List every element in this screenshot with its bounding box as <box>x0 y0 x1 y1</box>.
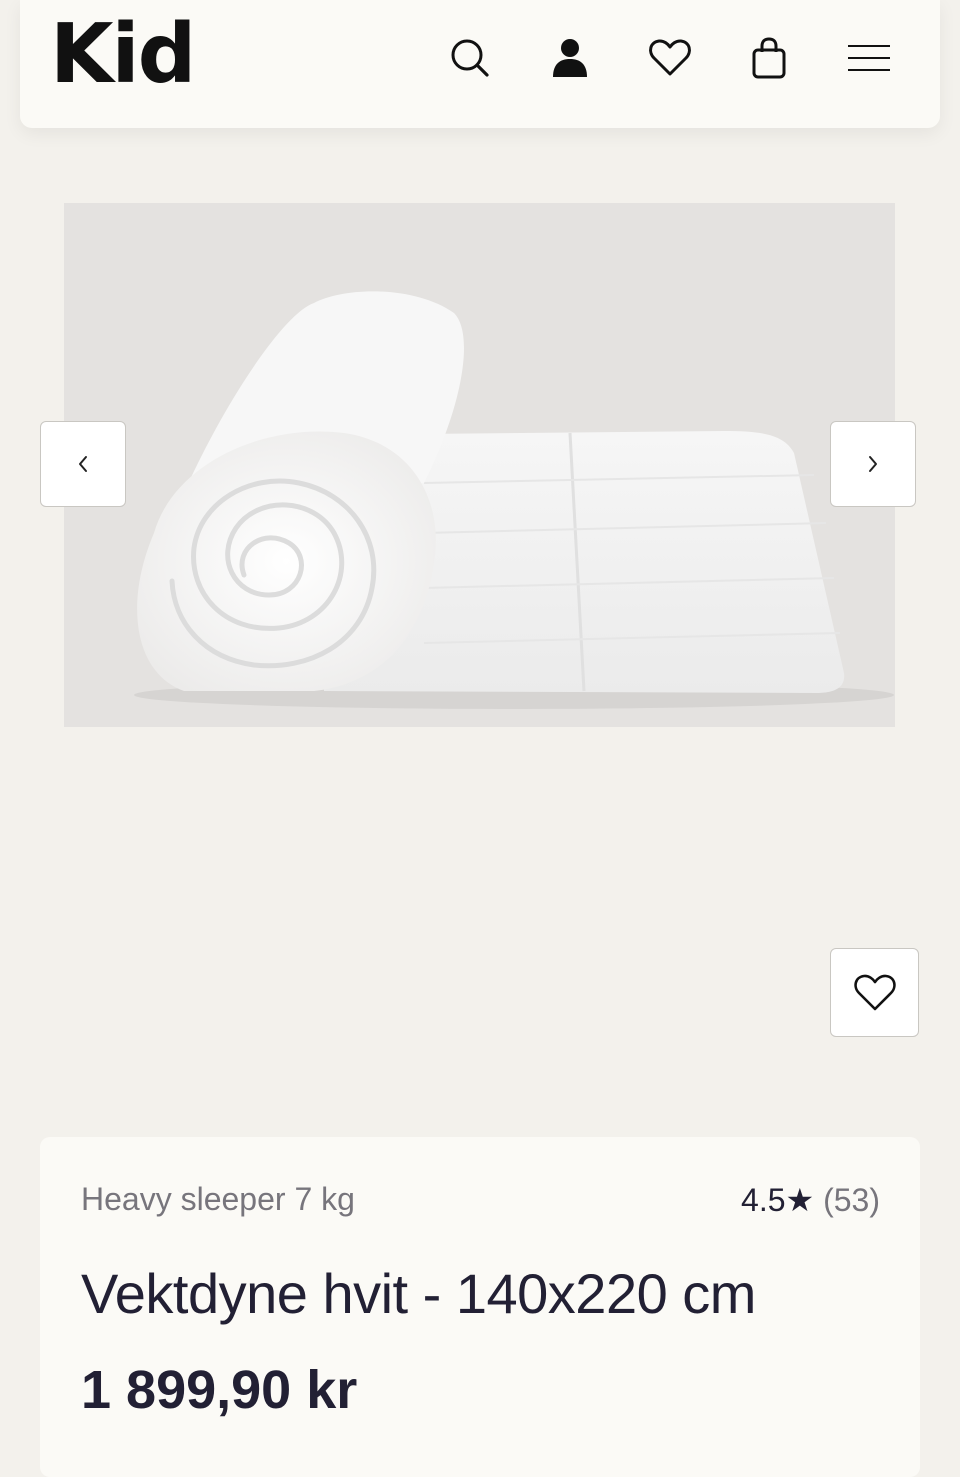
wishlist-button[interactable] <box>645 33 695 83</box>
product-price: 1 899,90 kr <box>81 1360 358 1420</box>
product-title: Vektdyne hvit - 140x220 cm <box>81 1262 756 1325</box>
product-info-card: Heavy sleeper 7 kg 4.5★ (53) Vektdyne hv… <box>40 1137 920 1477</box>
search-button[interactable] <box>445 33 495 83</box>
product-rating[interactable]: 4.5★ (53) <box>741 1181 880 1219</box>
next-image-button[interactable] <box>830 421 916 507</box>
product-image[interactable] <box>64 203 895 727</box>
star-icon: ★ <box>785 1182 815 1218</box>
prev-image-button[interactable] <box>40 421 126 507</box>
chevron-left-icon <box>79 456 87 472</box>
site-header: Kid <box>20 0 940 128</box>
bag-icon <box>752 37 786 79</box>
rating-value: 4.5 <box>741 1182 786 1218</box>
menu-button[interactable] <box>844 33 894 83</box>
add-to-wishlist-button[interactable] <box>830 948 919 1037</box>
kid-logo[interactable]: Kid <box>50 14 196 96</box>
heart-icon <box>649 39 691 76</box>
account-button[interactable] <box>545 33 595 83</box>
review-count: (53) <box>823 1182 880 1218</box>
account-icon <box>553 39 587 77</box>
cart-button[interactable] <box>744 33 794 83</box>
search-icon <box>451 39 489 77</box>
chevron-right-icon <box>869 456 877 472</box>
product-brand[interactable]: Heavy sleeper 7 kg <box>81 1181 355 1218</box>
menu-icon <box>848 45 890 71</box>
heart-icon <box>853 974 896 1010</box>
